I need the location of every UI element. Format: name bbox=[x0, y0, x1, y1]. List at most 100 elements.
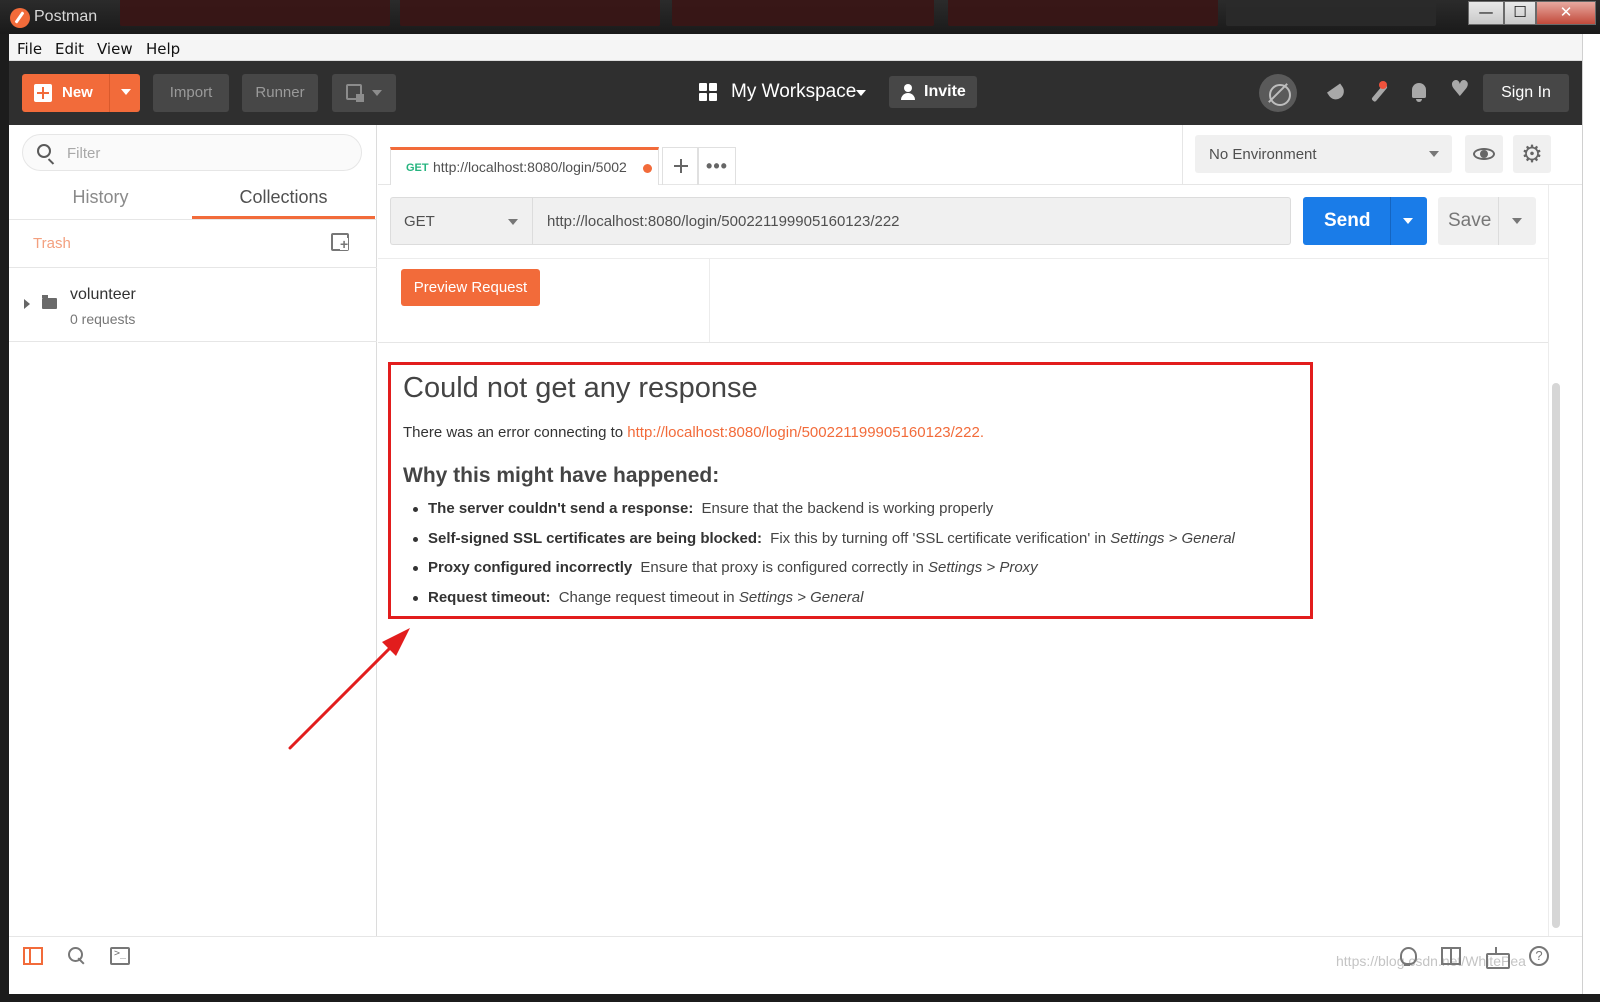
error-message: There was an error connecting to http://… bbox=[403, 424, 984, 441]
environment-select[interactable]: No Environment bbox=[1195, 135, 1452, 173]
status-bar: https://blog.csdn.net/WhitePea ? bbox=[9, 936, 1582, 974]
save-button-label: Save bbox=[1448, 210, 1492, 231]
tab-collections-label: Collections bbox=[239, 187, 328, 207]
new-button[interactable]: New bbox=[22, 74, 140, 112]
maximize-button[interactable]: ☐ bbox=[1504, 1, 1536, 25]
settings-wrench-icon[interactable] bbox=[1369, 81, 1391, 103]
new-button-label: New bbox=[62, 84, 93, 101]
menu-help[interactable]: Help bbox=[146, 40, 180, 58]
sidebar-divider bbox=[9, 219, 377, 220]
app-header: New Import Runner My Workspace Invite ♥ … bbox=[9, 61, 1582, 125]
preview-request-button[interactable]: Preview Request bbox=[401, 269, 540, 306]
save-button-divider bbox=[1498, 197, 1499, 245]
toggle-sidebar-icon[interactable] bbox=[23, 947, 43, 965]
reason-text: Ensure that the backend is working prope… bbox=[701, 500, 994, 517]
chevron-down-icon bbox=[508, 219, 518, 225]
invite-button-label: Invite bbox=[924, 83, 966, 100]
http-method-select[interactable]: GET bbox=[390, 197, 532, 245]
send-button[interactable]: Send bbox=[1303, 197, 1427, 245]
notifications-bell-icon[interactable] bbox=[1409, 81, 1431, 103]
bootcamp-bulb-icon[interactable] bbox=[1397, 947, 1417, 966]
tab-options-button[interactable]: ••• bbox=[698, 147, 736, 185]
new-dropdown-caret-icon[interactable] bbox=[121, 89, 131, 95]
console-icon[interactable] bbox=[110, 947, 130, 965]
window-frame-left bbox=[0, 34, 9, 1002]
settings-path[interactable]: Settings > Proxy bbox=[928, 559, 1038, 576]
new-collection-icon[interactable] bbox=[331, 233, 349, 251]
keyboard-shortcuts-icon[interactable] bbox=[1486, 947, 1510, 969]
preview-request-label: Preview Request bbox=[413, 279, 528, 296]
help-icon[interactable]: ? bbox=[1529, 946, 1549, 966]
request-tab-strip: GET http://localhost:8080/login/5002 ••• bbox=[378, 125, 1182, 185]
two-pane-layout-icon[interactable] bbox=[1441, 947, 1461, 965]
window-title: Postman bbox=[34, 8, 98, 25]
list-item: Proxy configured incorrectly Ensure that… bbox=[413, 559, 1235, 589]
main-panel: GET http://localhost:8080/login/5002 •••… bbox=[378, 125, 1582, 936]
heart-icon[interactable]: ♥ bbox=[1450, 77, 1472, 102]
window-titlebar: Postman — ☐ ✕ bbox=[0, 0, 1600, 34]
sync-off-icon[interactable] bbox=[1259, 74, 1297, 112]
save-dropdown-caret-icon[interactable] bbox=[1512, 218, 1522, 224]
background-taskbar-tab bbox=[948, 0, 1218, 26]
runner-button[interactable]: Runner bbox=[242, 74, 318, 112]
runner-button-label: Runner bbox=[255, 84, 305, 101]
reason-text: Fix this by turning off 'SSL certificate… bbox=[770, 529, 1107, 547]
save-button[interactable]: Save bbox=[1438, 197, 1536, 245]
window-frame-right bbox=[1582, 34, 1600, 1002]
settings-path[interactable]: Settings > General bbox=[1110, 530, 1235, 547]
tab-collections[interactable]: Collections bbox=[192, 183, 375, 219]
request-tab[interactable]: GET http://localhost:8080/login/5002 bbox=[390, 147, 659, 185]
gear-icon[interactable]: ⚙ bbox=[1513, 135, 1551, 173]
request-tab-url: http://localhost:8080/login/5002 bbox=[433, 159, 627, 175]
find-replace-icon[interactable] bbox=[68, 947, 88, 965]
new-button-divider bbox=[109, 74, 110, 112]
reason-text: Ensure that proxy is configured correctl… bbox=[640, 559, 924, 576]
sidebar: History Collections Trash volunteer 0 re… bbox=[9, 125, 377, 936]
http-method-value: GET bbox=[404, 213, 435, 230]
menu-edit[interactable]: Edit bbox=[55, 40, 84, 58]
close-window-button[interactable]: ✕ bbox=[1536, 1, 1596, 25]
menu-view[interactable]: View bbox=[97, 40, 133, 58]
collection-item[interactable]: volunteer 0 requests bbox=[9, 268, 377, 342]
chevron-down-icon bbox=[372, 90, 382, 96]
invite-button[interactable]: Invite bbox=[889, 76, 977, 108]
menu-file[interactable]: File bbox=[17, 40, 42, 58]
minimize-button[interactable]: — bbox=[1468, 1, 1504, 25]
collection-name: volunteer bbox=[70, 286, 136, 303]
import-button-label: Import bbox=[169, 84, 213, 101]
search-icon bbox=[37, 144, 51, 158]
reason-title: The server couldn't send a response: bbox=[428, 500, 694, 517]
filter-input[interactable] bbox=[67, 143, 347, 163]
import-button[interactable]: Import bbox=[153, 74, 229, 112]
interceptor-satellite-icon[interactable] bbox=[1327, 81, 1349, 103]
send-button-divider bbox=[1390, 197, 1391, 245]
reason-text: Change request timeout in bbox=[558, 588, 735, 606]
request-tab-method: GET bbox=[406, 162, 429, 174]
sign-in-button[interactable]: Sign In bbox=[1483, 74, 1569, 112]
request-url-input[interactable] bbox=[532, 197, 1291, 245]
environment-quick-look-eye-icon[interactable] bbox=[1465, 135, 1503, 173]
collection-request-count: 0 requests bbox=[70, 311, 136, 327]
trash-link[interactable]: Trash bbox=[33, 235, 71, 252]
error-title: Could not get any response bbox=[403, 372, 758, 404]
error-url-link[interactable]: http://localhost:8080/login/500221199905… bbox=[627, 424, 984, 441]
why-heading: Why this might have happened: bbox=[403, 464, 720, 487]
workspace-grid-icon bbox=[699, 83, 717, 101]
environment-bar: No Environment ⚙ bbox=[1182, 125, 1582, 185]
list-item: Self-signed SSL certificates are being b… bbox=[413, 530, 1235, 560]
builder-vertical-divider bbox=[709, 258, 710, 342]
response-scrollbar-thumb[interactable] bbox=[1552, 383, 1560, 928]
settings-path[interactable]: Settings > General bbox=[739, 589, 864, 606]
close-icon: ✕ bbox=[1559, 3, 1573, 21]
new-tab-plus-icon[interactable] bbox=[662, 147, 698, 185]
new-window-button[interactable] bbox=[332, 74, 396, 112]
folder-icon bbox=[42, 295, 57, 309]
menu-bar: File Edit View Help bbox=[9, 34, 1582, 61]
send-dropdown-caret-icon[interactable] bbox=[1403, 218, 1413, 224]
reason-title: Proxy configured incorrectly bbox=[428, 559, 633, 576]
chevron-right-icon[interactable] bbox=[24, 299, 30, 309]
maximize-icon: ☐ bbox=[1513, 3, 1527, 21]
filter-box[interactable] bbox=[22, 134, 362, 171]
tab-history[interactable]: History bbox=[9, 183, 192, 219]
plus-icon bbox=[34, 84, 52, 102]
